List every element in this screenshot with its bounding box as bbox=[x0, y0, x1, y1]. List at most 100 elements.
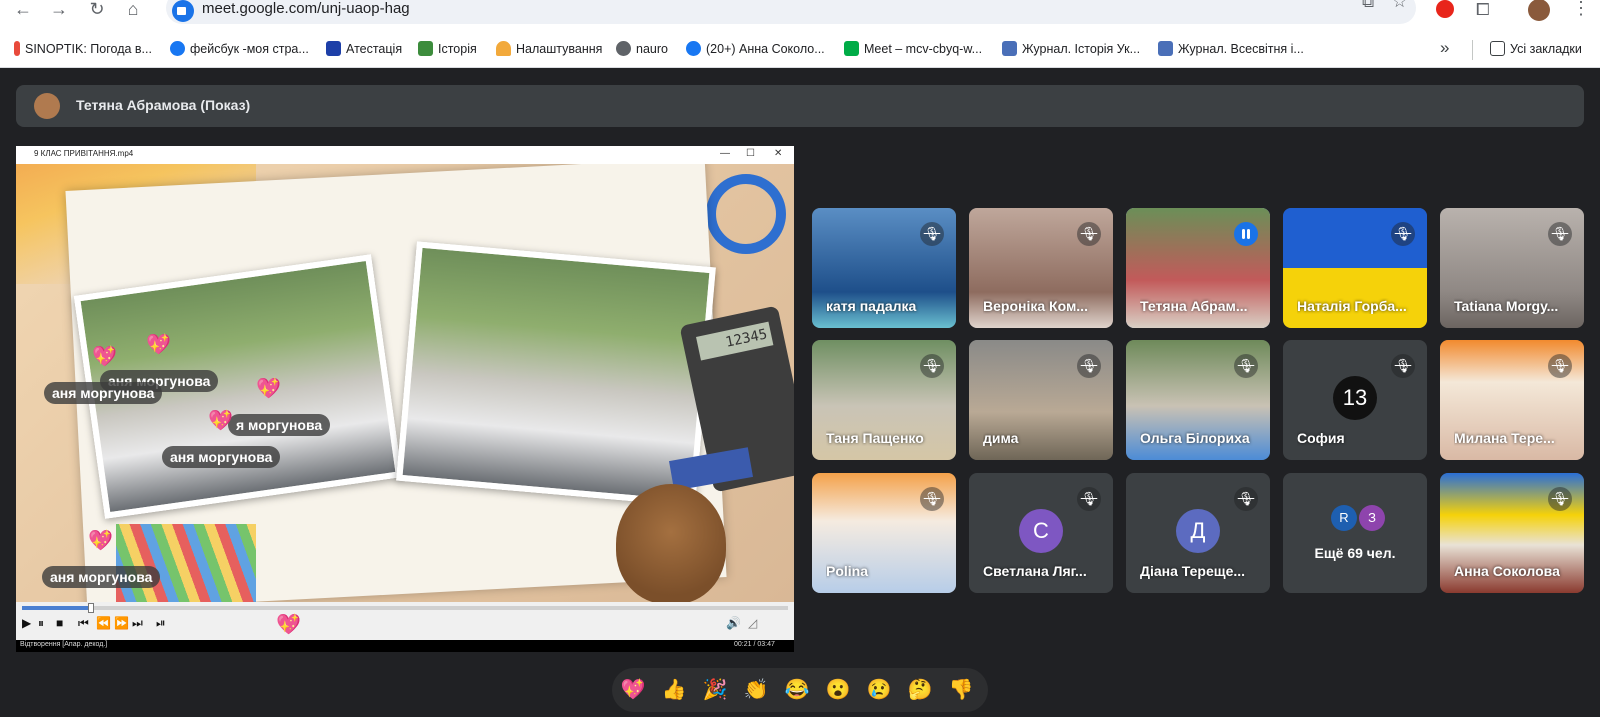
seek-thumb[interactable] bbox=[88, 603, 94, 613]
bookmark-label: Meet – mcv-cbyq-w... bbox=[864, 42, 983, 56]
next-icon[interactable]: ⏭ bbox=[132, 616, 143, 631]
participant-tile[interactable]: Таня Пащенко 🎙 bbox=[812, 340, 956, 460]
participant-tile[interactable]: Тетяна Абрам... bbox=[1126, 208, 1270, 328]
extensions-puzzle-icon[interactable]: ⧠ bbox=[1476, 0, 1490, 20]
open-in-new-icon[interactable]: ⧉ bbox=[1362, 0, 1374, 12]
back-icon[interactable]: ← bbox=[12, 0, 34, 22]
mic-muted-icon: 🎙 bbox=[1077, 487, 1101, 511]
all-bookmarks[interactable]: Усі закладки bbox=[1490, 41, 1582, 56]
presenter-bar: Тетяна Абрамова (Показ) bbox=[16, 85, 1584, 127]
participant-tile[interactable]: Д Діана Терещe... 🎙 bbox=[1126, 473, 1270, 593]
bookmarks-bar: SINOPTIK: Погода в... фейсбук -моя стра.… bbox=[0, 32, 1600, 68]
participant-tile[interactable]: R З Ещё 69 чел. bbox=[1283, 473, 1427, 593]
player-titlebar: 9 КЛАС ПРИВІТАННЯ.mp4 — ☐ ✕ bbox=[16, 146, 794, 164]
participant-tile[interactable]: Ольга Білориха 🎙 bbox=[1126, 340, 1270, 460]
mic-muted-icon: 🎙 bbox=[1548, 354, 1572, 378]
reaction-sparkling-heart-button[interactable]: 💖 bbox=[618, 678, 648, 702]
profile-avatar[interactable] bbox=[1528, 0, 1550, 21]
bookmark-item[interactable]: Meet – mcv-cbyq-w... bbox=[844, 41, 982, 56]
stop-icon[interactable]: ■ bbox=[56, 616, 63, 630]
participant-tile[interactable]: Наталія Горба... 🎙 bbox=[1283, 208, 1427, 328]
pause-icon[interactable]: ⏸ bbox=[38, 616, 44, 631]
bookmark-star-icon[interactable]: ☆ bbox=[1392, 0, 1407, 12]
journal-icon bbox=[1158, 41, 1173, 56]
extension-icon[interactable] bbox=[1436, 0, 1454, 18]
minimize-icon[interactable]: — bbox=[720, 148, 730, 159]
close-icon[interactable]: ✕ bbox=[774, 148, 782, 159]
sparkling-heart-icon: 💖 bbox=[146, 334, 171, 356]
more-bookmarks-icon[interactable]: » bbox=[1440, 38, 1449, 58]
bookmark-label: nauro bbox=[636, 42, 668, 56]
bookmark-item[interactable]: Журнал. Історія Ук... bbox=[1002, 41, 1140, 56]
participant-name: Ольга Білориха bbox=[1140, 430, 1250, 446]
reaction-surprised-face-button[interactable]: 😮 bbox=[823, 678, 853, 702]
reaction-thumbs-down-button[interactable]: 👎 bbox=[946, 678, 976, 702]
bookmark-item[interactable]: (20+) Анна Соколо... bbox=[686, 41, 825, 56]
participant-name: Діана Терещe... bbox=[1140, 563, 1246, 579]
participant-tile[interactable]: Tatiana Morgу... 🎙 bbox=[1440, 208, 1584, 328]
bookmark-item[interactable]: SINOPTIK: Погода в... bbox=[14, 41, 152, 56]
mic-muted-icon: 🎙 bbox=[920, 487, 944, 511]
fast-forward-icon[interactable]: ⏩ bbox=[114, 616, 129, 630]
maximize-icon[interactable]: ☐ bbox=[746, 148, 755, 159]
reaction-party-popper-button[interactable]: 🎉 bbox=[700, 678, 730, 702]
participant-name: Тетяна Абрам... bbox=[1140, 298, 1248, 314]
participant-tile[interactable]: дима 🎙 bbox=[969, 340, 1113, 460]
participant-tile[interactable]: Polina 🎙 bbox=[812, 473, 956, 593]
owl-illustration bbox=[616, 484, 726, 602]
url-text[interactable]: meet.google.com/unj-uaop-hag bbox=[202, 0, 410, 17]
participant-tile[interactable]: Милана Тере... 🎙 bbox=[1440, 340, 1584, 460]
speaking-indicator-icon bbox=[1234, 222, 1258, 246]
video-frame: аня моргунова аня моргунова я моргунова … bbox=[16, 164, 794, 602]
more-participants-label: Ещё 69 чел. bbox=[1314, 545, 1396, 561]
reload-icon[interactable]: ↻ bbox=[86, 0, 108, 22]
seek-bar[interactable] bbox=[22, 603, 788, 613]
shared-screen: 9 КЛАС ПРИВІТАННЯ.mp4 — ☐ ✕ аня моргунов… bbox=[16, 146, 794, 652]
reaction-crying-face-button[interactable]: 😢 bbox=[864, 678, 894, 702]
home-icon[interactable]: ⌂ bbox=[122, 0, 144, 22]
participant-tile[interactable]: катя падалка 🎙 bbox=[812, 208, 956, 328]
bookmark-item[interactable]: Налаштування bbox=[496, 41, 602, 56]
sparkling-heart-icon: 💖 bbox=[208, 410, 233, 432]
participant-tile[interactable]: Вероніка Ком... 🎙 bbox=[969, 208, 1113, 328]
participant-name: Вероніка Ком... bbox=[983, 298, 1088, 314]
reaction-thinking-face-button[interactable]: 🤔 bbox=[905, 678, 935, 702]
mic-muted-icon: 🎙 bbox=[1234, 487, 1258, 511]
thermometer-icon bbox=[14, 41, 20, 56]
bookmark-item[interactable]: Журнал. Всесвітня і... bbox=[1158, 41, 1304, 56]
volume-slider[interactable]: ◿ bbox=[748, 616, 757, 630]
forward-icon[interactable]: → bbox=[48, 0, 70, 22]
bookmark-label: Журнал. Всесвітня і... bbox=[1178, 42, 1304, 56]
reaction-laughing-face-button[interactable]: 😂 bbox=[782, 678, 812, 702]
participant-tile[interactable]: С Светлана Ляг... 🎙 bbox=[969, 473, 1113, 593]
facebook-icon bbox=[686, 41, 701, 56]
seek-progress bbox=[22, 606, 91, 610]
volume-icon[interactable]: 🔊 bbox=[726, 616, 741, 630]
attestation-icon bbox=[326, 41, 341, 56]
name-tag: я моргунова bbox=[228, 414, 331, 436]
bookmark-item[interactable]: фейсбук -моя стра... bbox=[170, 41, 309, 56]
reactions-bar: 💖 👍 🎉 👏 😂 😮 😢 🤔 👎 bbox=[612, 668, 988, 712]
participant-name: катя падалка bbox=[826, 298, 917, 314]
address-bar[interactable]: meet.google.com/unj-uaop-hag ⧉ ☆ bbox=[166, 0, 1416, 24]
bookmark-item[interactable]: nauro bbox=[616, 41, 668, 56]
bookmark-item[interactable]: Історія bbox=[418, 41, 477, 56]
reaction-clapping-hands-button[interactable]: 👏 bbox=[741, 678, 771, 702]
name-tag: аня моргунова bbox=[42, 566, 161, 588]
participant-tile[interactable]: 13 София 🎙 bbox=[1283, 340, 1427, 460]
name-tag: аня моргунова bbox=[44, 382, 163, 404]
play-icon[interactable]: ▶ bbox=[22, 616, 31, 630]
participant-avatar: Д bbox=[1176, 508, 1220, 553]
browser-toolbar: ← → ↻ ⌂ meet.google.com/unj-uaop-hag ⧉ ☆… bbox=[0, 0, 1600, 32]
participant-tile[interactable]: Анна Соколова 🎙 bbox=[1440, 473, 1584, 593]
participant-name: София bbox=[1297, 430, 1345, 446]
bookmark-label: SINOPTIK: Погода в... bbox=[25, 42, 152, 56]
rewind-icon[interactable]: ⏪ bbox=[96, 616, 111, 630]
player-controls: ▶ ⏸ ■ ⏮ ⏪ ⏩ ⏭ ⏯ 💖 🔊 ◿ bbox=[16, 602, 794, 640]
presenter-avatar bbox=[34, 93, 60, 119]
browser-menu-icon[interactable]: ⋮ bbox=[1572, 0, 1590, 19]
previous-icon[interactable]: ⏮ bbox=[78, 616, 89, 631]
reaction-thumbs-up-button[interactable]: 👍 bbox=[659, 678, 689, 702]
frame-step-icon[interactable]: ⏯ bbox=[156, 616, 166, 631]
bookmark-item[interactable]: Атестація bbox=[326, 41, 402, 56]
